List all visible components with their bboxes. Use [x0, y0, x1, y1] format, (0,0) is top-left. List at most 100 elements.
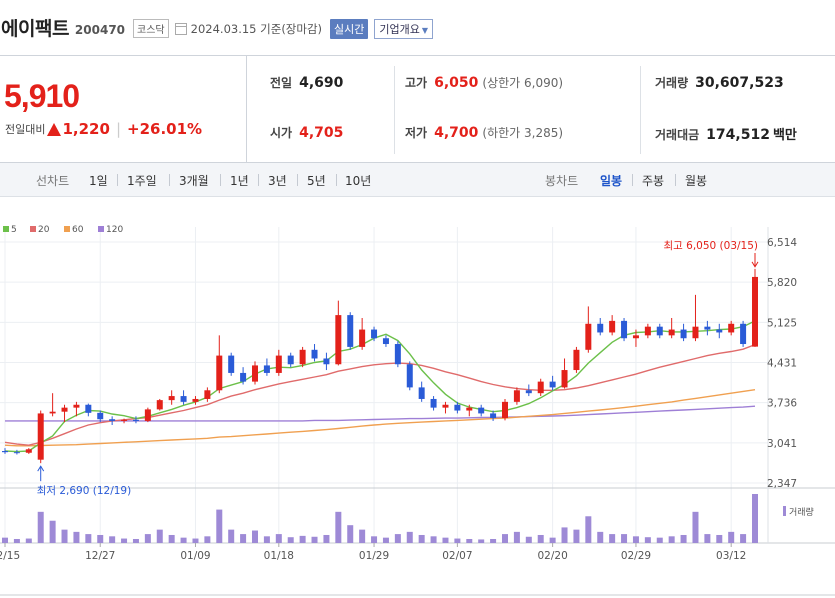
period-5y[interactable]: 5년 [307, 172, 326, 189]
max-price-note: 최고 6,050 (03/15) [663, 240, 758, 252]
volume-bar [597, 531, 604, 543]
candle-body [109, 419, 116, 421]
candle-weekly[interactable]: 주봉 [642, 172, 664, 189]
volume-bar [621, 534, 628, 543]
x-tick-label: 12/27 [85, 550, 115, 562]
price-chart[interactable]: 5 20 60 120 거래량 6,514 5,820 5,125 4,431 3,736 3,… [0, 197, 835, 598]
volume-bar [85, 534, 92, 543]
ma-legend: 5 20 60 120 [3, 225, 123, 235]
current-price-block: 5,910 전일대비 1,220 | +26.01% [0, 56, 247, 163]
x-tick-label: 02/20 [537, 550, 567, 562]
volume-bar [728, 531, 735, 543]
candle-body [216, 355, 223, 391]
volume-bar [644, 537, 651, 543]
legend-label-ma20: 20 [38, 225, 50, 235]
separator [336, 174, 337, 186]
volume-bar [656, 537, 663, 543]
period-10y[interactable]: 10년 [345, 172, 371, 189]
volume-bar [442, 537, 449, 543]
volume-legend-swatch [783, 506, 786, 516]
period-3y[interactable]: 3년 [268, 172, 287, 189]
candle-body [61, 407, 68, 412]
y-tick-label: 5,820 [767, 277, 797, 289]
y-tick-label: 5,125 [767, 317, 797, 329]
candle-body [454, 404, 461, 411]
candle-body [37, 413, 44, 460]
candle-body [2, 451, 8, 453]
volume-bar [668, 536, 675, 543]
separator [169, 174, 170, 186]
volume-bar [109, 536, 116, 543]
separator [297, 174, 298, 186]
change-separator: | [115, 120, 121, 138]
candle-body [180, 396, 187, 402]
candle-body [97, 412, 104, 420]
candle-monthly[interactable]: 월봉 [685, 172, 707, 189]
candle-body [25, 449, 32, 453]
volume-bar [573, 529, 580, 543]
period-1w[interactable]: 1주일 [127, 172, 157, 189]
candle-body [156, 400, 163, 410]
volume-bar [549, 537, 556, 543]
x-tick-label: 01/09 [180, 550, 210, 562]
realtime-button[interactable]: 실시간 [330, 18, 369, 39]
volume-bar [287, 537, 294, 543]
volume-bar [311, 536, 318, 543]
period-1d[interactable]: 1일 [89, 172, 108, 189]
y-tick-label: 4,431 [767, 357, 797, 369]
moving-average-lines [4, 320, 756, 453]
volume-bar [240, 534, 247, 543]
chart-annotations: 최고 6,050 (03/15) 최저 2,690 (12/19) [37, 240, 759, 497]
candle-body [359, 329, 366, 347]
volume-bar [2, 537, 8, 543]
candle-body [704, 326, 711, 330]
divider [640, 66, 641, 154]
lower-limit: (하한가 3,285) [482, 126, 564, 140]
quote-date-suffix: 기준(장마감) [260, 21, 323, 36]
volume-bar [25, 538, 32, 543]
candle-body [632, 335, 639, 339]
volume-bar [192, 538, 199, 543]
candle-body [680, 329, 687, 339]
line-chart-label: 선차트 [36, 174, 70, 188]
volume-bar [537, 534, 544, 543]
volume-bar [418, 534, 425, 543]
volume-value: 30,607,523 [695, 75, 784, 91]
legend-swatch-ma5 [3, 226, 9, 232]
candle-body [490, 413, 497, 419]
candle-body [430, 398, 437, 408]
y-tick-label: 6,514 [767, 237, 797, 249]
volume-bar [132, 538, 139, 543]
candle-body [382, 338, 389, 345]
volume-bar [740, 534, 747, 543]
legend-label-ma5: 5 [11, 225, 17, 235]
candle-body [323, 358, 330, 365]
candle-body [573, 349, 580, 371]
volume-bar [97, 534, 104, 543]
candle-daily[interactable]: 일봉 [600, 172, 622, 189]
legend-swatch-ma120 [98, 226, 104, 232]
stock-name: 에이팩트 [1, 18, 69, 40]
prev-close: 전일 4,690 [270, 74, 343, 91]
volume-bar [513, 531, 520, 543]
candle-body [478, 407, 485, 414]
volume-bar [299, 535, 306, 543]
separator [258, 174, 259, 186]
upper-limit: (상한가 6,090) [482, 76, 564, 90]
volume-bar [121, 538, 128, 543]
volume-bar [406, 531, 413, 543]
change-amount: 1,220 [62, 120, 110, 138]
price-change: 전일대비 1,220 | +26.01% [5, 120, 202, 138]
market-badge: 코스닥 [133, 19, 169, 38]
volume-bar [716, 534, 723, 543]
volume-bar [609, 534, 616, 543]
volume-bar [156, 529, 163, 543]
period-3m[interactable]: 3개월 [179, 172, 209, 189]
candle-body [287, 355, 294, 365]
x-tick-label: 01/29 [359, 550, 389, 562]
volume-bar [454, 538, 461, 543]
volume-bar [347, 525, 354, 543]
volume-bar [61, 529, 68, 543]
company-overview-button[interactable]: 기업개요 ▼ [374, 18, 434, 39]
period-1y[interactable]: 1년 [230, 172, 249, 189]
